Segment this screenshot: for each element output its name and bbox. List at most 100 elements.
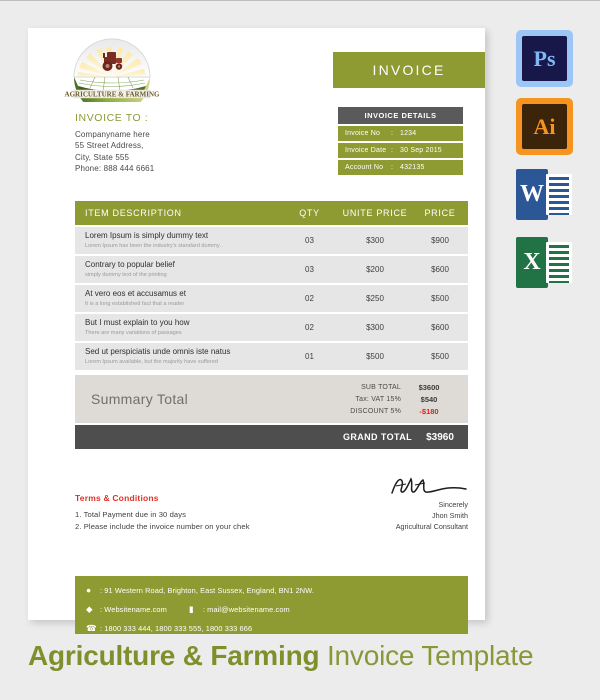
item-unit-price: $300 (366, 323, 384, 332)
invoice-no-sep: : (391, 130, 394, 137)
table-row: Sed ut perspiciatis unde omnis iste natu… (75, 343, 468, 370)
item-price: $600 (431, 265, 449, 274)
invoice-to-city: City, State 555 (75, 152, 130, 162)
page-title-bold: Agriculture & Farming (28, 640, 320, 671)
footer-address: : 91 Western Road, Brighton, East Sussex… (100, 586, 315, 595)
item-qty: 03 (305, 265, 314, 274)
invoice-details-title: INVOICE DETAILS (338, 107, 463, 124)
item-description-cell: Contrary to popular belief simply dummy … (75, 260, 281, 279)
photoshop-icon-label: Ps (522, 36, 567, 81)
summary-total-block: Summary Total SUB TOTAL $3600 Tax: VAT 1… (75, 375, 468, 423)
telephone-icon: ☎ (86, 623, 97, 634)
invoice-date-value: 30 Sep 2015 (400, 147, 442, 154)
subtotal-label: SUB TOTAL (361, 383, 401, 391)
item-title: But I must explain to you how (85, 318, 190, 328)
signature-block: Sincerely Jhon Smith Agricultural Consul… (328, 473, 468, 532)
word-icon-label: W (516, 169, 548, 220)
invoice-date-label: Invoice Date (345, 147, 387, 154)
footer-web-row: ◆ : Websitename.com ▮ : mail@websitename… (75, 602, 468, 617)
signature-icon (391, 477, 467, 494)
item-unit-price: $300 (366, 236, 384, 245)
item-price: $600 (431, 323, 449, 332)
item-title: Contrary to popular belief (85, 260, 175, 270)
item-price: $500 (431, 352, 449, 361)
item-price: $900 (431, 236, 449, 245)
grand-total-value: $3960 (426, 431, 454, 443)
excel-icon[interactable]: X (516, 234, 573, 291)
subtotal-value: $3600 (418, 382, 440, 392)
column-header-qty: QTY (299, 208, 320, 218)
grand-total-label: GRAND TOTAL (342, 432, 412, 442)
terms-line: 1. Total Payment due in 30 days (75, 510, 187, 519)
invoice-no-label: Invoice No (345, 130, 381, 137)
discount-label: DISCOUNT 5% (350, 407, 401, 415)
item-title: At vero eos et accusamus et (85, 289, 186, 299)
top-divider (0, 0, 600, 1)
table-row: But I must explain to you how There are … (75, 314, 468, 341)
terms-line: 2. Please include the invoice number on … (75, 522, 250, 531)
photoshop-icon[interactable]: Ps (516, 30, 573, 87)
grand-total-bar: GRAND TOTAL $3960 (75, 425, 468, 449)
item-unit-price: $200 (366, 265, 384, 274)
signature-name: Jhon Smith (432, 511, 468, 520)
summary-total-title: Summary Total (91, 391, 189, 407)
tax-label: Tax: VAT 15% (355, 395, 401, 403)
summary-rows: SUB TOTAL $3600 Tax: VAT 15% $540 DISCOU… (268, 381, 468, 418)
item-description-cell: But I must explain to you how There are … (75, 318, 281, 337)
column-header-price: PRICE (424, 208, 456, 218)
discount-value: -$180 (419, 406, 439, 416)
summary-row-discount: DISCOUNT 5% -$180 (268, 406, 468, 417)
item-description-cell: At vero eos et accusamus et It is a long… (75, 289, 281, 308)
invoice-header-banner: INVOICE (333, 52, 485, 88)
footer-phone-row: ☎ : 1800 333 444, 1800 333 555, 1800 333… (75, 621, 468, 636)
invoice-details-row-number: Invoice No : 1234 (338, 126, 463, 141)
summary-row-tax: Tax: VAT 15% $540 (268, 394, 468, 405)
logo-wordmark: AGRICULTURE & FARMING (65, 91, 160, 99)
item-description-cell: Lorem Ipsum is simply dummy text Lorem I… (75, 231, 281, 250)
item-unit-price: $250 (366, 294, 384, 303)
footer-phones: : 1800 333 444, 1800 333 555, 1800 333 6… (100, 624, 253, 633)
invoice-details-row-account: Account No : 432135 (338, 160, 463, 175)
item-subtitle: Lorem Ipsum available, but the majority … (85, 358, 218, 365)
signature-sincerely: Sincerely (438, 500, 468, 509)
invoice-to-block: INVOICE TO : Companyname here 55 Street … (75, 112, 275, 175)
footer-address-row: ● : 91 Western Road, Brighton, East Suss… (75, 583, 468, 598)
items-table: ITEM DESCRIPTION QTY UNITE PRICE PRICE L… (75, 201, 468, 370)
excel-doc-sheet (546, 242, 572, 283)
item-title: Lorem Ipsum is simply dummy text (85, 231, 209, 241)
table-row: Contrary to popular belief simply dummy … (75, 256, 468, 283)
word-icon[interactable]: W (516, 166, 573, 223)
signature-role: Agricultural Consultant (395, 522, 468, 531)
item-subtitle: simply dummy text of the printing (85, 271, 167, 278)
agriculture-farming-logo: AGRICULTURE & FARMING (60, 36, 164, 102)
illustrator-icon[interactable]: Ai (516, 98, 573, 155)
summary-section: Summary Total SUB TOTAL $3600 Tax: VAT 1… (28, 375, 485, 451)
item-qty: 01 (305, 352, 314, 361)
column-header-description: ITEM DESCRIPTION (85, 208, 182, 218)
summary-row-subtotal: SUB TOTAL $3600 (268, 382, 468, 393)
footer-website: : Websitename.com (100, 605, 167, 614)
invoice-to-title: INVOICE TO : (75, 112, 149, 124)
invoice-footer: ● : 91 Western Road, Brighton, East Suss… (75, 576, 468, 634)
invoice-to-phone: Phone: 888 444 6661 (75, 164, 155, 174)
invoice-details-row-date: Invoice Date : 30 Sep 2015 (338, 143, 463, 158)
item-qty: 02 (305, 323, 314, 332)
format-icons: Ps Ai W X (516, 30, 578, 302)
word-doc-sheet (546, 174, 572, 215)
item-unit-price: $500 (366, 352, 384, 361)
item-description-cell: Sed ut perspiciatis unde omnis iste natu… (75, 347, 281, 366)
invoice-to-company: Companyname here (75, 130, 150, 139)
invoice-to-street: 55 Street Address, (75, 141, 144, 151)
item-title: Sed ut perspiciatis unde omnis iste natu… (85, 347, 231, 357)
location-pin-icon: ● (86, 585, 92, 596)
item-qty: 02 (305, 294, 314, 303)
item-qty: 03 (305, 236, 314, 245)
terms-and-conditions: Terms & Conditions 1. Total Payment due … (75, 493, 305, 533)
item-price: $500 (431, 294, 449, 303)
page-title: Agriculture & Farming Invoice Template (28, 640, 573, 672)
illustrator-icon-label: Ai (522, 104, 567, 149)
item-subtitle: It is a long established fact that a rea… (85, 300, 185, 307)
account-no-value: 432135 (400, 164, 425, 171)
envelope-icon: ▮ (188, 604, 194, 615)
page-title-regular: Invoice Template (319, 640, 534, 671)
